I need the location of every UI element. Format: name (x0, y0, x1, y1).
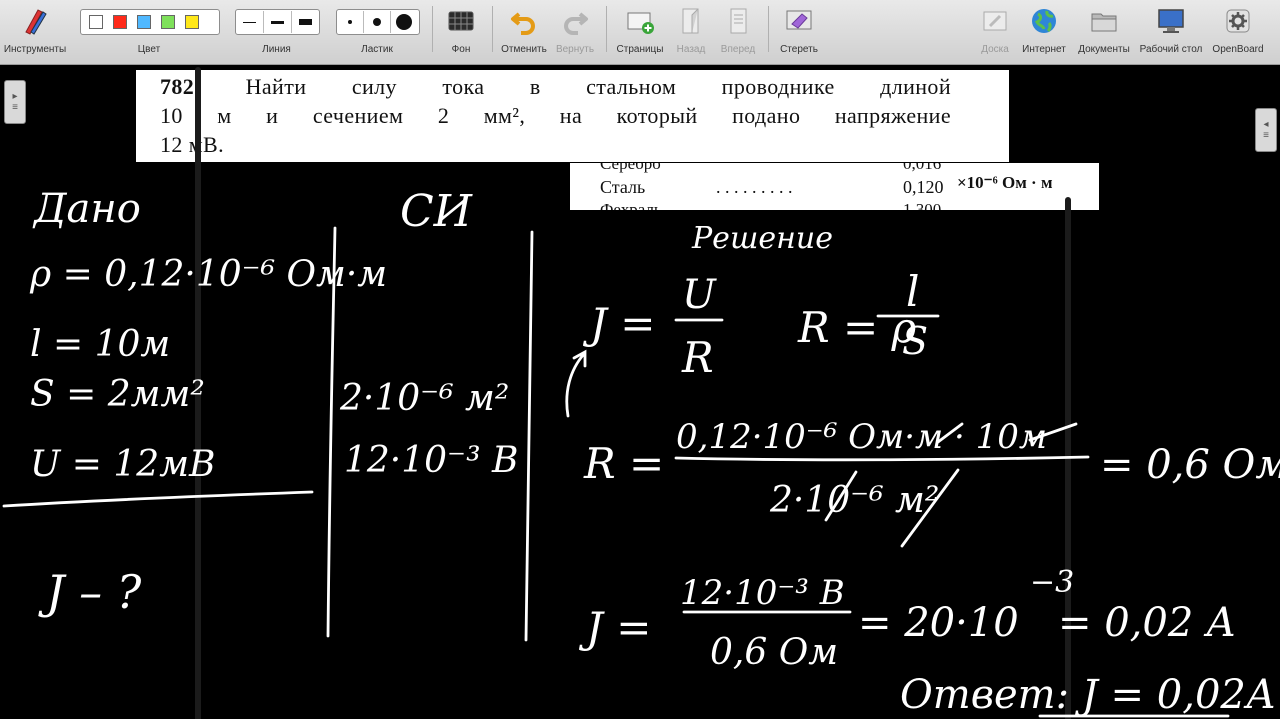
solution-title: Решение (691, 221, 833, 256)
answer-text: Ответ: J = 0,02А (900, 672, 1276, 718)
resistance-formula-numerator: l (906, 267, 919, 316)
si-voltage: 12·10⁻³ В (344, 440, 518, 481)
arrow-stroke (565, 349, 587, 418)
separator-stroke-2 (524, 230, 534, 642)
j-calc-middle: = 20·10 (858, 600, 1019, 646)
r-calc-numerator: 0,12·10⁻⁶ Ом·м · 10м (676, 417, 1047, 457)
given-voltage: U = 12мВ (30, 444, 216, 485)
r-calc-denominator: 2·10⁻⁶ м² (769, 480, 939, 521)
resistance-formula-left: R = ρ (797, 303, 917, 352)
j-calc-numerator: 12·10⁻³ В (680, 573, 845, 613)
whiteboard-canvas[interactable]: Дано ρ = 0,12·10⁻⁶ Ом·м l = 10м S = 2мм²… (0, 0, 1280, 719)
j-calc-left: J = (578, 603, 651, 652)
given-unknown: J – ? (38, 565, 142, 619)
given-length: l = 10м (30, 324, 170, 365)
r-calc-left: R = (583, 439, 664, 488)
ohm-law-numerator: U (682, 272, 717, 318)
r-calc-result: = 0,6 Ом (1100, 442, 1280, 488)
given-section: S = 2мм² (30, 374, 205, 415)
handwritten-text: Дано ρ = 0,12·10⁻⁶ Ом·м l = 10м S = 2мм²… (29, 186, 1280, 718)
j-calc-result: = 0,02 А (1058, 600, 1236, 646)
given-title: Дано (32, 186, 141, 232)
resistance-formula-denominator: S (902, 319, 928, 363)
j-calc-denominator: 0,6 Ом (710, 632, 838, 673)
j-calc-exponent: −3 (1030, 565, 1074, 600)
given-underline (2, 490, 314, 508)
si-area: 2·10⁻⁶ м² (339, 378, 509, 419)
si-title: СИ (400, 186, 474, 237)
given-rho: ρ = 0,12·10⁻⁶ Ом·м (29, 254, 387, 295)
ohm-law-left: J = (582, 299, 655, 348)
fraction-bar (674, 455, 1090, 462)
ohm-law-denominator: R (681, 333, 714, 382)
